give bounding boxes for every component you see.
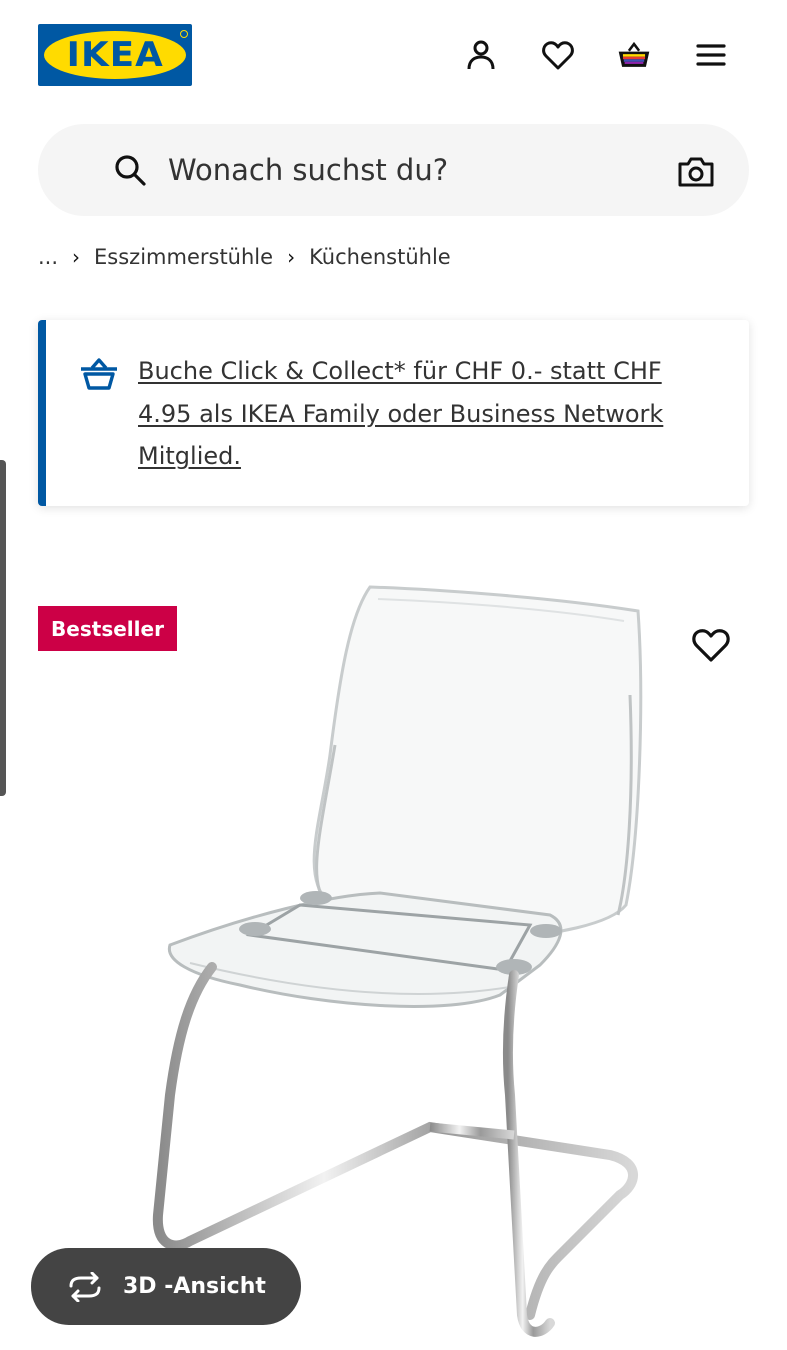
favorite-heart-icon[interactable] — [690, 624, 732, 666]
3d-view-button[interactable]: 3D -Ansicht — [31, 1248, 301, 1325]
3d-view-label: 3D -Ansicht — [123, 1274, 266, 1299]
menu-icon[interactable] — [690, 34, 732, 76]
basket-icon — [81, 358, 117, 390]
rotate-icon — [69, 1271, 101, 1302]
breadcrumb-ellipsis[interactable]: ... — [38, 245, 58, 269]
header: IKEA — [0, 0, 787, 110]
breadcrumb: ... › Esszimmerstühle › Küchenstühle — [38, 238, 451, 276]
search-input[interactable]: Wonach suchst du? — [168, 144, 688, 196]
click-collect-notice: Buche Click & Collect* für CHF 0.- statt… — [38, 320, 749, 506]
search-bar[interactable]: Wonach suchst du? — [38, 124, 749, 216]
camera-icon[interactable] — [676, 152, 716, 192]
registered-mark — [180, 30, 188, 38]
logo-text: IKEA — [66, 35, 164, 75]
search-icon[interactable] — [112, 152, 148, 188]
heart-icon[interactable] — [537, 34, 579, 76]
basket-icon[interactable] — [613, 34, 655, 76]
scroll-indicator[interactable] — [0, 460, 6, 796]
chevron-right-icon: › — [287, 245, 296, 269]
breadcrumb-item-esszimmerstuehle[interactable]: Esszimmerstühle — [94, 245, 273, 269]
ikea-logo[interactable]: IKEA — [38, 24, 192, 86]
transparent-chair-image — [152, 585, 643, 1337]
logo-oval: IKEA — [44, 31, 186, 79]
profile-icon[interactable] — [460, 34, 502, 76]
breadcrumb-item-kuechenstuehle[interactable]: Küchenstühle — [309, 245, 451, 269]
chevron-right-icon: › — [72, 245, 81, 269]
click-collect-link[interactable]: Buche Click & Collect* für CHF 0.- statt… — [138, 350, 718, 478]
